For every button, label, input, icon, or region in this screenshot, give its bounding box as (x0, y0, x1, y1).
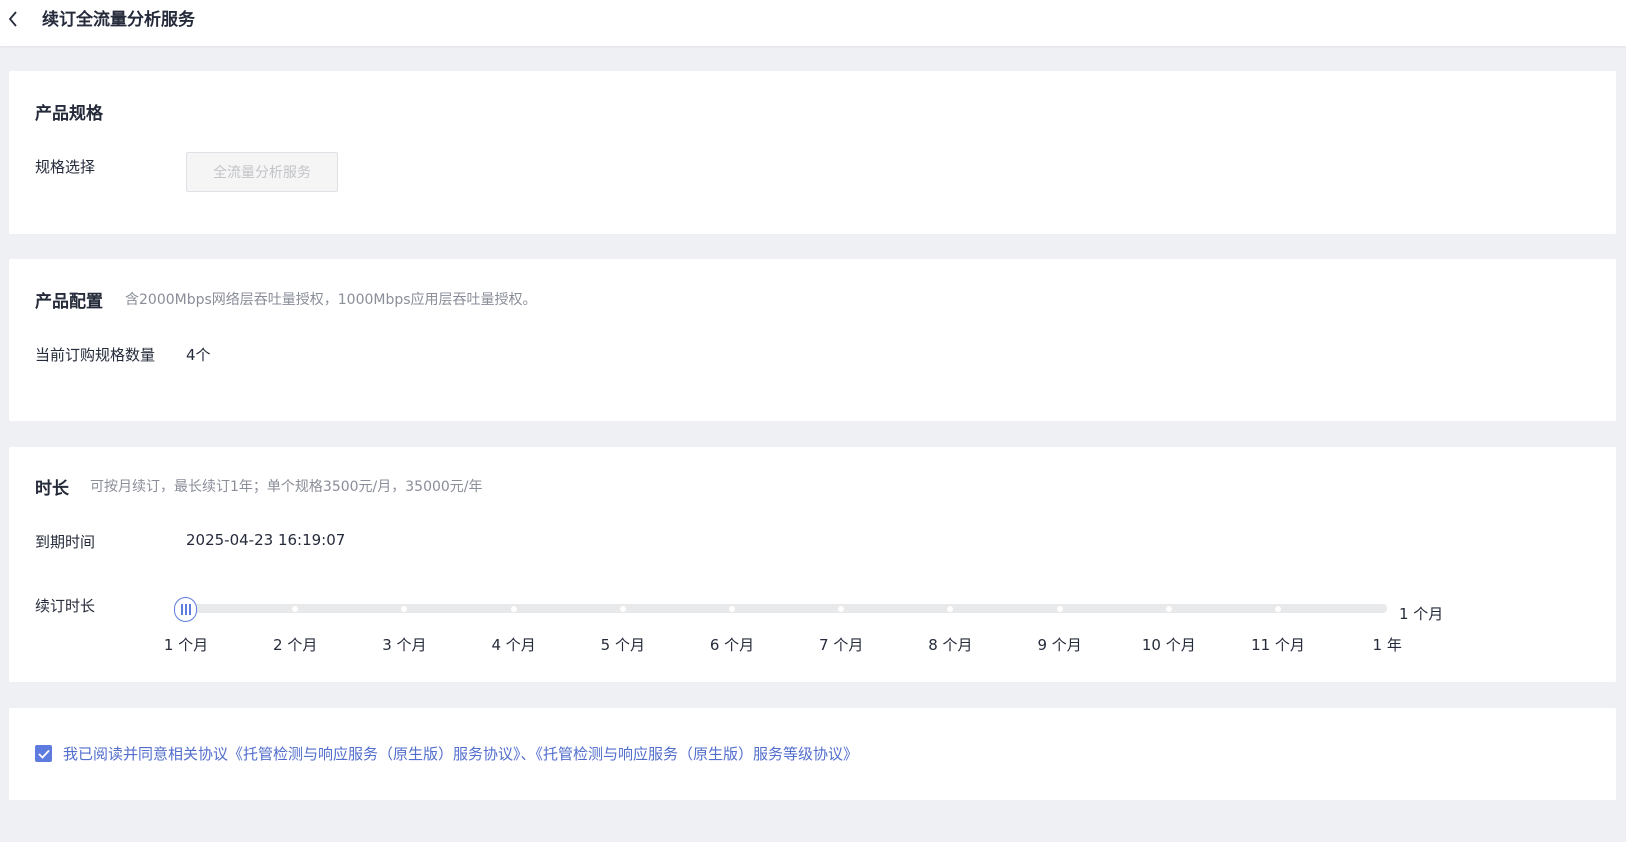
slider-step-dot[interactable] (1275, 606, 1281, 612)
duration-card: 时长 可按月续订，最长续订1年；单个规格3500元/月，35000元/年 到期时… (9, 447, 1616, 682)
slider-step-dot[interactable] (1056, 606, 1063, 612)
section-title: 时长 (35, 479, 69, 499)
slider-tick-label[interactable]: 11 个月 (1251, 634, 1305, 655)
page-title: 续订全流量分析服务 (42, 10, 195, 30)
section-hint: 可按月续订，最长续订1年；单个规格3500元/月，35000元/年 (90, 479, 483, 495)
sla-agreement-link[interactable]: 《托管检测与响应服务（原生版）服务等级协议》 (536, 745, 859, 763)
section-title: 产品配置 (35, 292, 103, 312)
slider-step-dot[interactable] (510, 606, 517, 612)
section-title: 产品规格 (35, 104, 103, 124)
expire-time-value: 2025-04-23 16:19:07 (186, 531, 346, 549)
expire-time-label: 到期时间 (35, 533, 96, 551)
product-spec-card: 产品规格 规格选择 全流量分析服务 (9, 71, 1616, 234)
duration-slider-handle[interactable] (174, 597, 197, 622)
quantity-label: 当前订购规格数量 (35, 346, 156, 364)
agreement-prefix[interactable]: 我已阅读并同意相关协议 (63, 745, 228, 763)
spec-select-label: 规格选择 (35, 158, 96, 176)
slider-step-dot[interactable] (729, 606, 735, 612)
duration-slider-track[interactable] (186, 604, 1387, 613)
slider-tick-label[interactable]: 10 个月 (1142, 634, 1196, 655)
slider-step-dot[interactable] (1165, 606, 1172, 612)
slider-selected-value: 1 个月 (1399, 605, 1444, 623)
spec-option-button[interactable]: 全流量分析服务 (186, 152, 338, 192)
top-bar: 续订全流量分析服务 (0, 0, 1626, 46)
agreement-separator: 、 (520, 745, 536, 763)
product-config-card: 产品配置 含2000Mbps网络层吞吐量授权，1000Mbps应用层吞吐量授权。… (9, 259, 1616, 421)
slider-tick-label[interactable]: 5 个月 (601, 634, 645, 655)
agreement-card: 我已阅读并同意相关协议《托管检测与响应服务（原生版）服务协议》、《托管检测与响应… (9, 708, 1616, 800)
service-agreement-link[interactable]: 《托管检测与响应服务（原生版）服务协议》 (228, 745, 521, 763)
slider-tick-label[interactable]: 6 个月 (710, 634, 754, 655)
slider-step-dot[interactable] (619, 606, 626, 612)
slider-tick-label[interactable]: 9 个月 (1037, 634, 1081, 655)
renew-duration-label: 续订时长 (35, 597, 96, 615)
slider-tick-label[interactable]: 8 个月 (928, 634, 972, 655)
section-hint: 含2000Mbps网络层吞吐量授权，1000Mbps应用层吞吐量授权。 (125, 292, 537, 308)
slider-tick-label[interactable]: 7 个月 (819, 634, 863, 655)
slider-tick-label[interactable]: 2 个月 (273, 634, 317, 655)
slider-tick-label[interactable]: 4 个月 (491, 634, 535, 655)
agreement-checkbox[interactable] (35, 745, 52, 762)
slider-tick-label[interactable]: 1 个月 (164, 634, 208, 655)
checkmark-icon (37, 749, 50, 759)
quantity-value: 4个 (186, 346, 211, 364)
chevron-left-icon[interactable] (4, 6, 22, 32)
agreement-text: 我已阅读并同意相关协议《托管检测与响应服务（原生版）服务协议》、《托管检测与响应… (63, 743, 858, 764)
slider-tick-label[interactable]: 3 个月 (382, 634, 426, 655)
slider-tick-label[interactable]: 1 年 (1373, 634, 1402, 655)
